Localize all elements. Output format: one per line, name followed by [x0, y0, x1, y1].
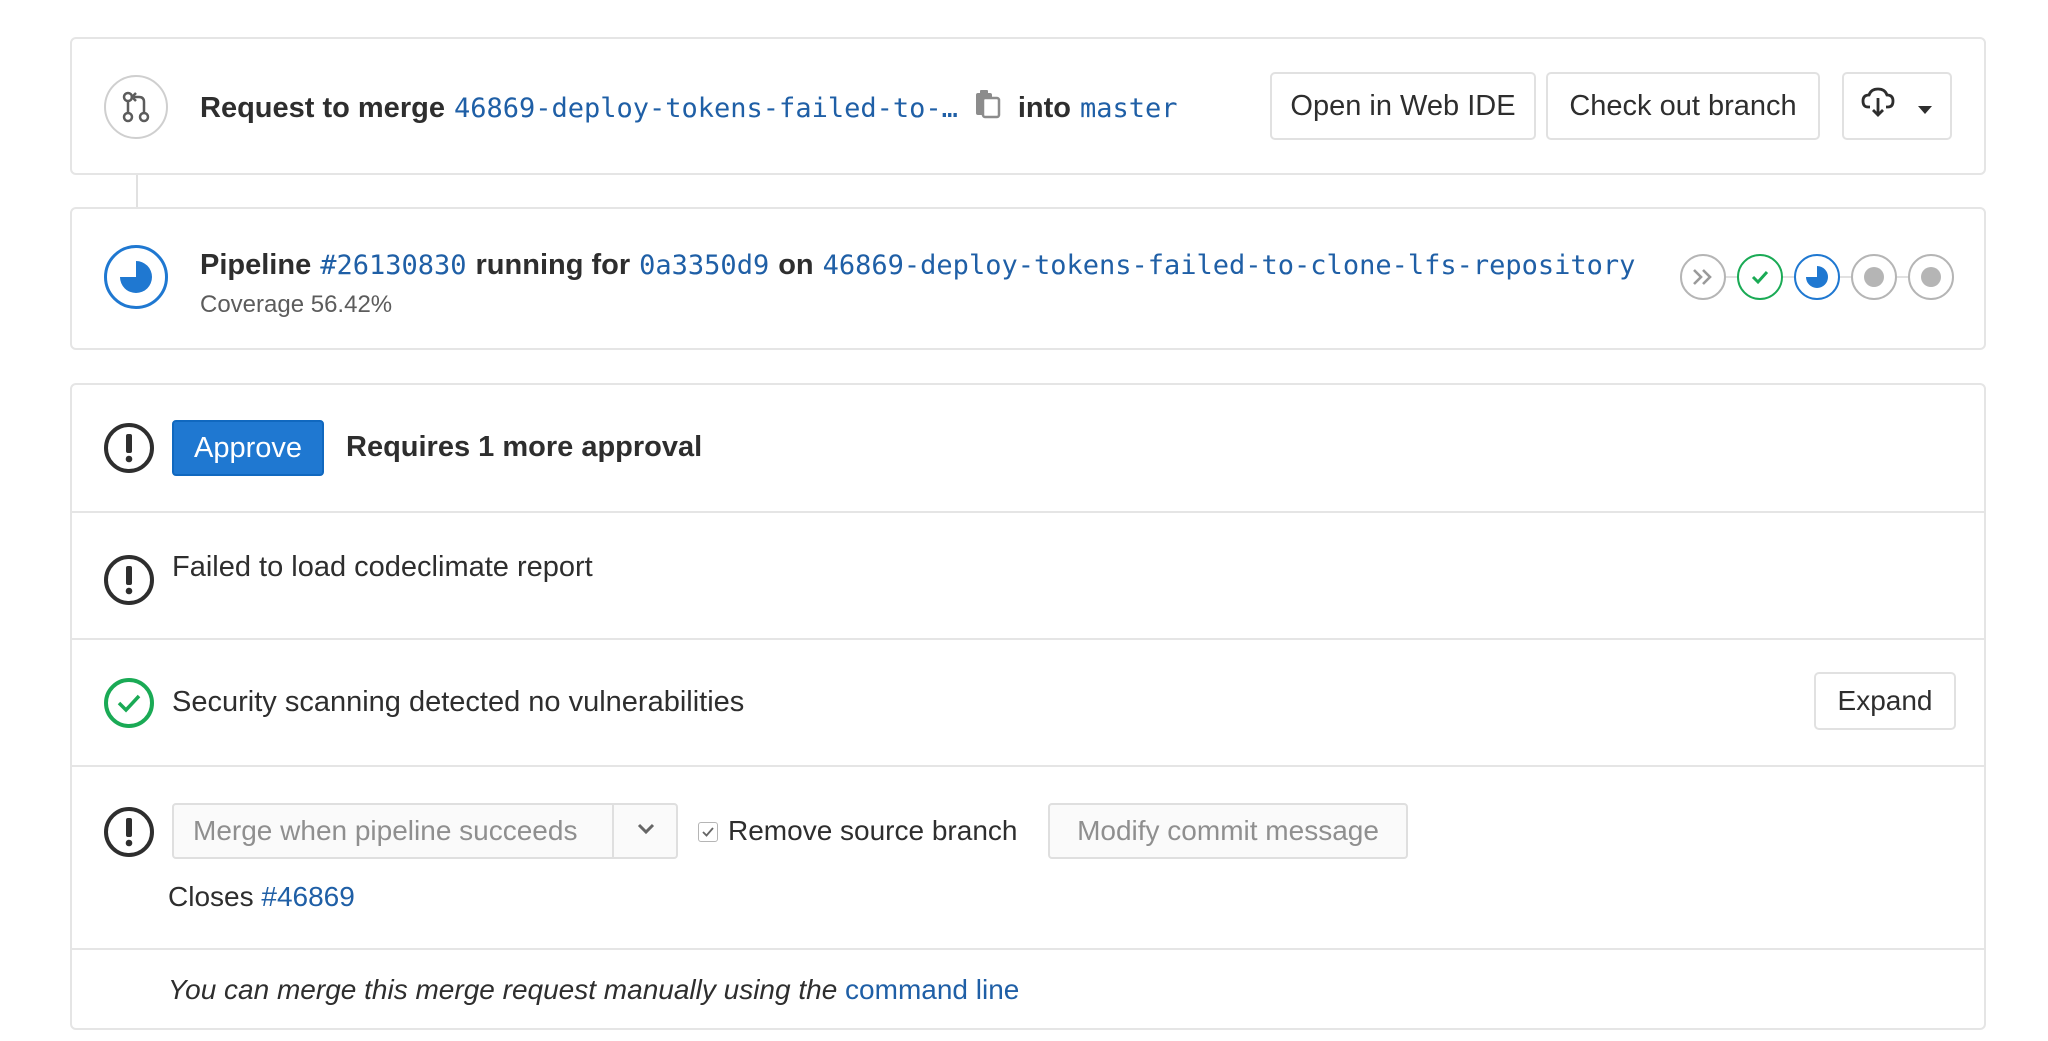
merge-widget-card: Approve Requires 1 more approval Failed …: [70, 383, 1986, 1030]
approval-requirement-text: Requires 1 more approval: [346, 431, 703, 463]
copy-branch-icon[interactable]: [974, 89, 1002, 127]
running-for-label: running for: [475, 249, 631, 281]
source-branch-link[interactable]: 46869-deploy-tokens-failed-to-…: [454, 93, 958, 124]
security-section: Security scanning detected no vulnerabil…: [72, 638, 1984, 765]
coverage-text: Coverage 56.42%: [200, 291, 393, 318]
approve-button[interactable]: Approve: [172, 420, 324, 476]
pipeline-branch-link[interactable]: 46869-deploy-tokens-failed-to-clone-lfs-…: [823, 250, 1636, 281]
remove-source-branch-label[interactable]: Remove source branch: [728, 815, 1017, 847]
caret-down-icon: [1917, 90, 1933, 123]
warning-icon: [104, 423, 154, 473]
command-line-link[interactable]: command line: [845, 974, 1019, 1005]
merge-section: Merge when pipeline succeeds Remove sour…: [72, 765, 1984, 948]
closes-issue-text: Closes #46869: [168, 881, 355, 913]
modify-commit-message-button[interactable]: Modify commit message: [1048, 803, 1408, 859]
merge-request-header-card: Request to merge 46869-deploy-tokens-fai…: [70, 37, 1986, 175]
warning-icon: [104, 555, 154, 605]
open-web-ide-button[interactable]: Open in Web IDE: [1270, 72, 1536, 140]
pipeline-card: Pipeline #26130830 running for 0a3350d9 …: [70, 207, 1986, 350]
manual-merge-section: You can merge this merge request manuall…: [72, 948, 1984, 1030]
merge-request-title: Request to merge 46869-deploy-tokens-fai…: [200, 89, 1178, 127]
target-branch-link[interactable]: master: [1080, 93, 1178, 124]
approval-section: Approve Requires 1 more approval: [72, 385, 1984, 511]
remove-source-branch-checkbox[interactable]: [698, 822, 718, 842]
closes-label: Closes: [168, 881, 254, 912]
stage-created[interactable]: [1908, 254, 1954, 300]
into-label: into: [1017, 91, 1072, 124]
check-out-branch-button[interactable]: Check out branch: [1546, 72, 1820, 140]
pipeline-title: Pipeline #26130830 running for 0a3350d9 …: [200, 249, 1635, 282]
download-dropdown-button[interactable]: [1842, 72, 1952, 140]
codeclimate-error-text: Failed to load codeclimate report: [172, 551, 593, 583]
manual-merge-text: You can merge this merge request manuall…: [168, 974, 1019, 1006]
expand-button[interactable]: Expand: [1814, 672, 1956, 730]
commit-sha-link[interactable]: 0a3350d9: [639, 250, 769, 281]
merge-request-icon: [104, 75, 168, 139]
pipeline-stages: [1680, 252, 1960, 302]
merge-button-group: Merge when pipeline succeeds: [172, 803, 678, 859]
warning-icon: [104, 807, 154, 857]
security-scanning-text: Security scanning detected no vulnerabil…: [172, 686, 745, 718]
manual-merge-message: You can merge this merge request manuall…: [168, 974, 838, 1005]
codeclimate-section: Failed to load codeclimate report: [72, 511, 1984, 638]
stage-running[interactable]: [1794, 254, 1840, 300]
cloud-download-icon: [1861, 87, 1895, 125]
chevron-down-icon: [637, 822, 655, 840]
timeline-connector: [136, 175, 138, 207]
success-check-icon: [104, 678, 154, 728]
request-to-merge-label: Request to merge: [200, 91, 445, 124]
pipeline-running-icon: [104, 245, 168, 309]
on-label: on: [778, 249, 814, 281]
stage-success[interactable]: [1737, 254, 1783, 300]
stage-created[interactable]: [1851, 254, 1897, 300]
merge-options-dropdown[interactable]: [616, 805, 676, 857]
stage-skipped[interactable]: [1680, 254, 1726, 300]
pipeline-id-link[interactable]: #26130830: [320, 250, 466, 281]
merge-when-pipeline-succeeds-button[interactable]: Merge when pipeline succeeds: [174, 805, 614, 857]
closes-issue-link[interactable]: #46869: [261, 881, 354, 912]
pipeline-label: Pipeline: [200, 249, 312, 281]
